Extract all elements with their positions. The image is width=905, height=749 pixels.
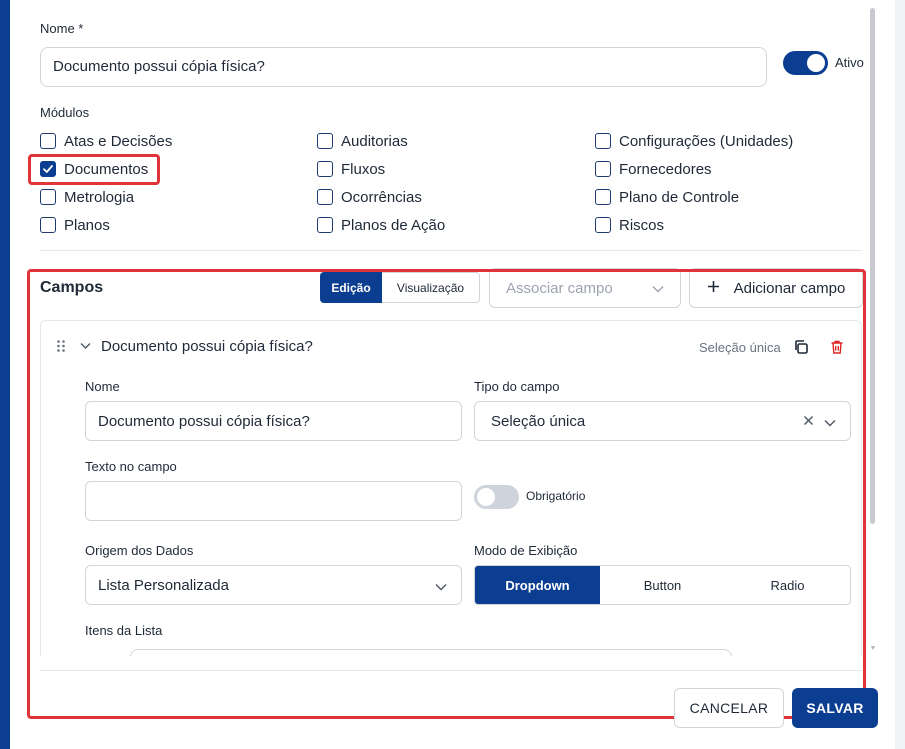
checkbox-icon[interactable]: [40, 133, 56, 149]
checkbox-icon[interactable]: [595, 189, 611, 205]
active-toggle[interactable]: [783, 51, 828, 75]
module-checkbox-plano-controle[interactable]: Plano de Controle: [595, 187, 739, 207]
checkbox-icon[interactable]: [595, 133, 611, 149]
module-checkbox-ocorrencias[interactable]: Ocorrências: [317, 187, 422, 207]
name-label: Nome *: [40, 21, 84, 36]
section-divider: [40, 250, 862, 251]
module-label: Planos: [64, 216, 110, 234]
background-panel-edge: [0, 0, 10, 749]
checkbox-icon[interactable]: [317, 133, 333, 149]
module-checkbox-planos-acao[interactable]: Planos de Ação: [317, 215, 445, 235]
active-label: Ativo: [835, 55, 864, 70]
module-label: Planos de Ação: [341, 216, 446, 234]
module-label: Auditorias: [341, 132, 408, 150]
module-label: Metrologia: [64, 188, 135, 206]
module-checkbox-atas[interactable]: Atas e Decisões: [40, 131, 172, 151]
module-label: Configurações (Unidades): [619, 132, 794, 150]
checkbox-icon[interactable]: [317, 217, 333, 233]
background-panel-right: [895, 0, 905, 749]
module-label: Atas e Decisões: [64, 132, 173, 150]
module-label: Riscos: [619, 216, 665, 234]
save-button[interactable]: SALVAR: [792, 688, 878, 728]
checkbox-icon[interactable]: [40, 217, 56, 233]
checkbox-icon[interactable]: [595, 217, 611, 233]
cancel-button[interactable]: CANCELAR: [674, 688, 784, 728]
module-checkbox-auditorias[interactable]: Auditorias: [317, 131, 408, 151]
module-checkbox-riscos[interactable]: Riscos: [595, 215, 664, 235]
toggle-knob: [807, 54, 825, 72]
module-checkbox-fluxos[interactable]: Fluxos: [317, 159, 385, 179]
scrollbar-thumb[interactable]: [870, 8, 875, 524]
module-label: Plano de Controle: [619, 188, 740, 206]
module-checkbox-metrologia[interactable]: Metrologia: [40, 187, 134, 207]
module-label: Ocorrências: [341, 188, 422, 206]
name-input[interactable]: Documento possui cópia física?: [40, 47, 767, 87]
highlight-box-documentos: [28, 154, 160, 185]
module-label: Fornecedores: [619, 160, 712, 178]
checkbox-icon[interactable]: [317, 161, 333, 177]
module-label: Fluxos: [341, 160, 386, 178]
module-checkbox-configuracoes[interactable]: Configurações (Unidades): [595, 131, 793, 151]
highlight-box-campos: [27, 269, 866, 719]
modules-label: Módulos: [40, 105, 90, 120]
checkbox-icon[interactable]: [595, 161, 611, 177]
module-checkbox-fornecedores[interactable]: Fornecedores: [595, 159, 712, 179]
scroll-down-icon[interactable]: ▼: [868, 644, 878, 654]
checkbox-icon[interactable]: [40, 189, 56, 205]
checkbox-icon[interactable]: [317, 189, 333, 205]
module-checkbox-planos[interactable]: Planos: [40, 215, 110, 235]
